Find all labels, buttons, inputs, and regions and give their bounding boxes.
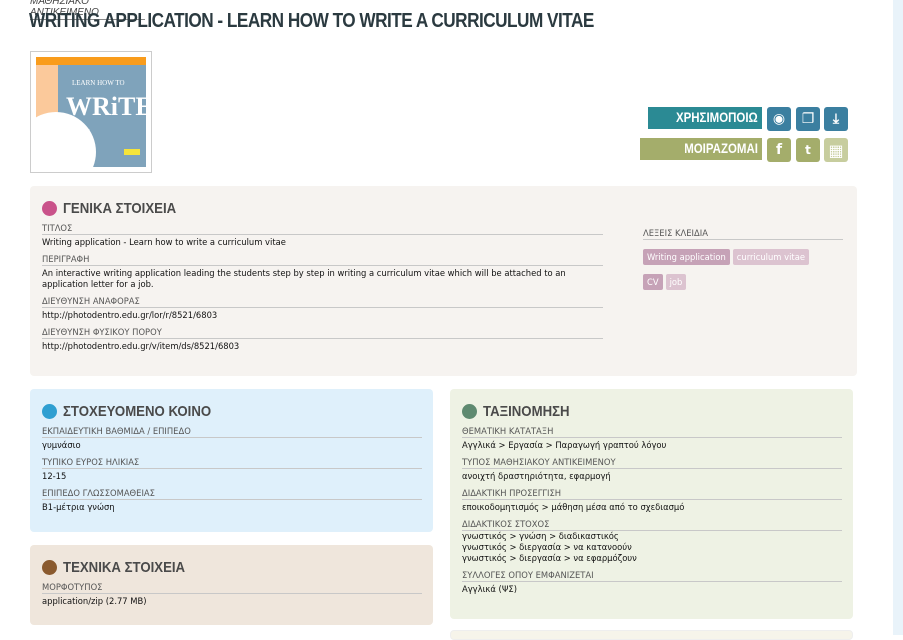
qr-code-icon[interactable]: ▦ [824,138,848,162]
field-value: γνωστικός > διεργασία > να εφαρμόζουν [462,553,637,563]
thumbnail-text-big: WRiTE [66,92,146,121]
field-label: ΣΥΛΛΟΓΕΣ ΟΠΟΥ ΕΜΦΑΝΙΖΕΤΑΙ [462,570,842,582]
download-icon[interactable]: ⤓ [824,107,848,131]
field-value: Αγγλικά (ΨΣ) [462,584,517,594]
field-label: ΤΥΠΙΚΟ ΕΥΡΟΣ ΗΛΙΚΙΑΣ [42,457,422,469]
field-value: γνωστικός > γνώση > διαδικαστικός [462,531,619,541]
keyword-tag[interactable]: job [665,274,687,290]
classification-section-icon [462,404,477,419]
field-label: ΤΥΠΟΣ ΜΑΘΗΣΙΑΚΟΥ ΑΝΤΙΚΕΙΜΕΝΟΥ [462,457,842,469]
field-value: γνωστικός > διεργασία > να κατανοούν [462,542,632,552]
facebook-icon[interactable]: f [767,138,791,162]
field-value: εποικοδομητισμός > μάθηση μέσα από το σχ… [462,502,685,512]
classification-heading: ΤΑΞΙΝΟΜΗΣΗ [462,403,841,420]
twitter-icon[interactable]: t [796,138,820,162]
field-label: ΘΕΜΑΤΙΚΗ ΚΑΤΑΤΑΞΗ [462,426,842,438]
audience-section-icon [42,404,57,419]
field-value[interactable]: http://photodentro.edu.gr/v/item/ds/8521… [42,341,603,352]
eye-icon[interactable]: ◉ [767,107,791,131]
keyword-tag[interactable]: CV [643,274,663,290]
page-title: WRITING APPLICATION - LEARN HOW TO WRITE… [29,10,594,32]
field-value: ανοιχτή δραστηριότητα, εφαρμογή [462,471,611,481]
field-label: ΔΙΔΑΚΤΙΚΗ ΠΡΟΣΕΓΓΙΣΗ [462,488,842,500]
general-section-icon [42,201,57,216]
keyword-tag[interactable]: Writing application [643,249,730,265]
use-button[interactable]: ΧΡΗΣΙΜΟΠΟΙΩ [648,107,762,129]
field-value: Writing application - Learn how to write… [42,237,286,247]
classification-panel: ΤΑΞΙΝΟΜΗΣΗ ΘΕΜΑΤΙΚΗ ΚΑΤΑΤΑΞΗ Αγγλικά > Ερ… [450,389,853,619]
thumbnail[interactable]: LEARN HOW TO WRiTE a CV [30,51,152,173]
keywords-label: ΛΕΞΕΙΣ ΚΛΕΙΔΙΑ [643,228,843,240]
field-label: ΕΚΠΑΙΔΕΥΤΙΚΗ ΒΑΘΜΙΔΑ / ΕΠΙΠΕΔΟ [42,426,422,438]
general-panel: ΓΕΝΙΚΑ ΣΤΟΙΧΕΙΑ ΤΙΤΛΟΣ Writing applicatio… [30,186,857,376]
field-label: ΔΙΔΑΚΤΙΚΟΣ ΣΤΟΧΟΣ [462,519,842,531]
share-button[interactable]: ΜΟΙΡΑΖΟΜΑΙ [640,138,762,160]
field-value: application/zip (2.77 MB) [42,596,147,606]
field-label: ΕΠΙΠΕΔΟ ΓΛΩΣΣΟΜΑΘΕΙΑΣ [42,488,422,500]
thumbnail-text-sub: a CV [76,129,90,136]
field-value[interactable]: http://photodentro.edu.gr/lor/r/8521/680… [42,310,603,321]
field-value: Αγγλικά > Εργασία > Παραγωγή γραπτού λόγ… [462,440,667,450]
technical-panel: ΤΕΧΝΙΚΑ ΣΤΟΙΧΕΙΑ ΜΟΡΦΟΤΥΠΟΣ application/z… [30,545,433,625]
field-label: ΔΙΕΥΘΥΝΣΗ ΑΝΑΦΟΡΑΣ [42,296,603,308]
thumbnail-text-small: LEARN HOW TO [72,79,125,87]
field-label: ΜΟΡΦΟΤΥΠΟΣ [42,582,422,594]
audience-panel: ΣΤΟΧΕΥΟΜΕΝΟ ΚΟΙΝΟ ΕΚΠΑΙΔΕΥΤΙΚΗ ΒΑΘΜΙΔΑ /… [30,389,433,532]
copy-icon[interactable]: ❐ [796,107,820,131]
technical-heading: ΤΕΧΝΙΚΑ ΣΤΟΙΧΕΙΑ [42,559,421,576]
field-value: An interactive writing application leadi… [42,268,566,289]
field-label: ΤΙΤΛΟΣ [42,223,603,235]
thumbnail-image: LEARN HOW TO WRiTE a CV [36,57,146,167]
share-label: ΜΟΙΡΑΖΟΜΑΙ [684,140,758,156]
field-value: 12-15 [42,471,67,481]
general-heading: ΓΕΝΙΚΑ ΣΤΟΙΧΕΙΑ [42,200,845,217]
field-value: γυμνάσιο [42,440,81,450]
field-value: B1-μέτρια γνώση [42,502,115,512]
field-label: ΔΙΕΥΘΥΝΣΗ ΦΥΣΙΚΟΥ ΠΟΡΟΥ [42,327,603,339]
scrollbar[interactable] [893,0,903,635]
technical-section-icon [42,560,57,575]
field-label: ΠΕΡΙΓΡΑΦΗ [42,254,603,266]
use-label: ΧΡΗΣΙΜΟΠΟΙΩ [676,109,758,125]
audience-heading: ΣΤΟΧΕΥΟΜΕΝΟ ΚΟΙΝΟ [42,403,421,420]
keyword-tag[interactable]: curriculum vitae [732,249,809,265]
next-panel [450,630,853,640]
